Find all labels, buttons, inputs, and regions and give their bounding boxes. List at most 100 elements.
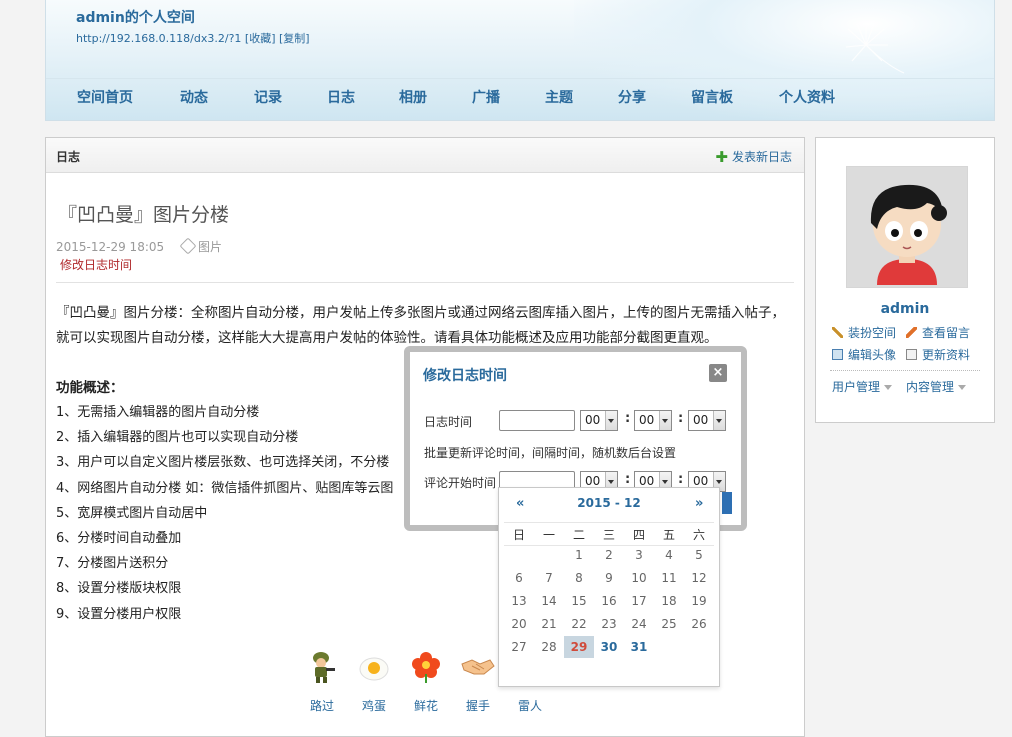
chevron-down-icon [958,385,967,390]
reaction-pass-by[interactable]: 路过 [304,650,340,714]
calendar-day[interactable]: 8 [564,567,594,589]
calendar-day[interactable]: 22 [564,613,594,635]
space-url-link[interactable]: http://192.168.0.118/dx3.2/?1 [76,32,241,45]
calendar-day[interactable]: 17 [624,590,654,612]
avatar[interactable] [846,166,968,288]
post-new-label: 发表新日志 [731,150,792,164]
reaction-handshake[interactable]: 握手 [460,650,496,714]
blog-time-label: 日志时间 [424,415,473,429]
time-separator: : [678,472,684,487]
calendar-day[interactable]: 14 [534,590,564,612]
list-item: 2、插入编辑器的图片也可以实现自动分楼 [56,430,299,446]
chevron-down-icon [659,411,671,430]
calendar-day[interactable]: 2 [594,544,624,566]
user-management-menu[interactable]: 用户管理 [832,378,893,395]
calendar-day[interactable]: 7 [534,567,564,589]
blog-tag-link[interactable]: 图片 [198,240,222,254]
calendar-day[interactable]: 5 [684,544,714,566]
weekday-label: 三 [602,528,615,542]
nav-profile[interactable]: 个人资料 [779,87,835,107]
wrench-icon [832,327,843,338]
calendar-day[interactable]: 1 [564,544,594,566]
update-profile-link[interactable]: 更新资料 [906,346,970,363]
calendar-day[interactable]: 11 [654,567,684,589]
link-label: 编辑头像 [848,348,897,362]
decorate-space-link[interactable]: 装扮空间 [832,324,896,341]
calendar-day[interactable]: 23 [594,613,624,635]
calendar-day[interactable]: 4 [654,544,684,566]
edit-avatar-link[interactable]: 编辑头像 [832,346,896,363]
nav-album[interactable]: 相册 [399,87,427,107]
close-icon[interactable]: × [709,364,727,382]
divider [56,282,794,283]
nav-records[interactable]: 记录 [254,87,282,107]
content-management-menu[interactable]: 内容管理 [906,378,967,395]
calendar-day[interactable]: 9 [594,567,624,589]
calendar-day[interactable]: 29 [564,636,594,658]
comment-start-label: 评论开始时间 [424,476,497,490]
calendar-day[interactable]: 27 [504,636,534,658]
blog-second-select[interactable]: 00 [688,410,726,431]
blog-minute-select[interactable]: 00 [634,410,672,431]
month-label: 2015 - 12 [577,496,641,510]
list-item: 7、分楼图片送积分 [56,556,169,572]
nav-broadcast[interactable]: 广播 [472,87,500,107]
calendar-day[interactable]: 10 [624,567,654,589]
nav-blog[interactable]: 日志 [327,87,355,107]
nav-share[interactable]: 分享 [618,87,646,107]
nav-feed[interactable]: 动态 [180,87,208,107]
avatar-icon [832,349,843,360]
pencil-icon [906,327,917,338]
chevron-down-icon [884,385,893,390]
blog-date: 2015-12-29 18:05 [56,240,165,254]
blog-hour-select[interactable]: 00 [580,410,618,431]
blog-date-input[interactable] [499,410,575,431]
username-link[interactable]: admin [816,301,994,317]
reaction-egg[interactable]: 鸡蛋 [356,650,392,714]
calendar-day[interactable]: 25 [654,613,684,635]
list-item: 5、宽屏模式图片自动居中 [56,505,208,521]
edit-blog-time-link[interactable]: 修改日志时间 [60,256,132,273]
calendar-day[interactable]: 16 [594,590,624,612]
calendar-day[interactable]: 24 [624,613,654,635]
post-new-blog-button[interactable]: ✚ 发表新日志 [715,148,792,165]
space-header: admin的个人空间 http://192.168.0.118/dx3.2/?1… [45,0,995,121]
egg-icon [359,657,389,681]
next-month-button[interactable]: » [695,496,703,511]
reaction-flower[interactable]: 鲜花 [408,650,444,714]
calendar-day[interactable]: 13 [504,590,534,612]
favorite-link[interactable]: [收藏] [245,32,276,45]
reaction-label: 雷人 [517,699,542,713]
handshake-icon [461,659,495,675]
calendar-day[interactable]: 21 [534,613,564,635]
calendar-day[interactable]: 15 [564,590,594,612]
calendar-day[interactable]: 28 [534,636,564,658]
confirm-button[interactable] [722,492,732,514]
menu-label: 内容管理 [906,380,955,394]
nav-threads[interactable]: 主题 [545,87,573,107]
batch-update-note: 批量更新评论时间，间隔时间，随机数后台设置 [424,446,677,460]
calendar-day[interactable]: 30 [594,636,624,658]
view-messages-link[interactable]: 查看留言 [906,324,970,341]
dialog-title: 修改日志时间 [423,368,507,384]
calendar-day[interactable]: 18 [654,590,684,612]
features-list: 1、无需插入编辑器的图片自动分楼 2、插入编辑器的图片也可以实现自动分楼 3、用… [56,400,393,627]
select-value: 00 [693,413,709,427]
blog-title: 『凹凸曼』图片分楼 [58,204,230,226]
calendar-day[interactable]: 19 [684,590,714,612]
nav-home[interactable]: 空间首页 [77,87,133,107]
nav-guestbook[interactable]: 留言板 [691,87,733,107]
calendar-day[interactable]: 3 [624,544,654,566]
calendar-day[interactable]: 6 [504,567,534,589]
calendar-day[interactable]: 26 [684,613,714,635]
time-separator: : [625,472,631,487]
space-title-link[interactable]: admin的个人空间 [76,7,195,27]
copy-link[interactable]: [复制] [279,32,310,45]
blog-meta: 2015-12-29 18:05 图片 [56,237,222,255]
calendar-day[interactable]: 20 [504,613,534,635]
select-value: 00 [639,413,655,427]
select-value: 00 [693,474,709,488]
profile-card-icon [906,349,917,360]
calendar-day[interactable]: 31 [624,636,654,658]
calendar-day[interactable]: 12 [684,567,714,589]
